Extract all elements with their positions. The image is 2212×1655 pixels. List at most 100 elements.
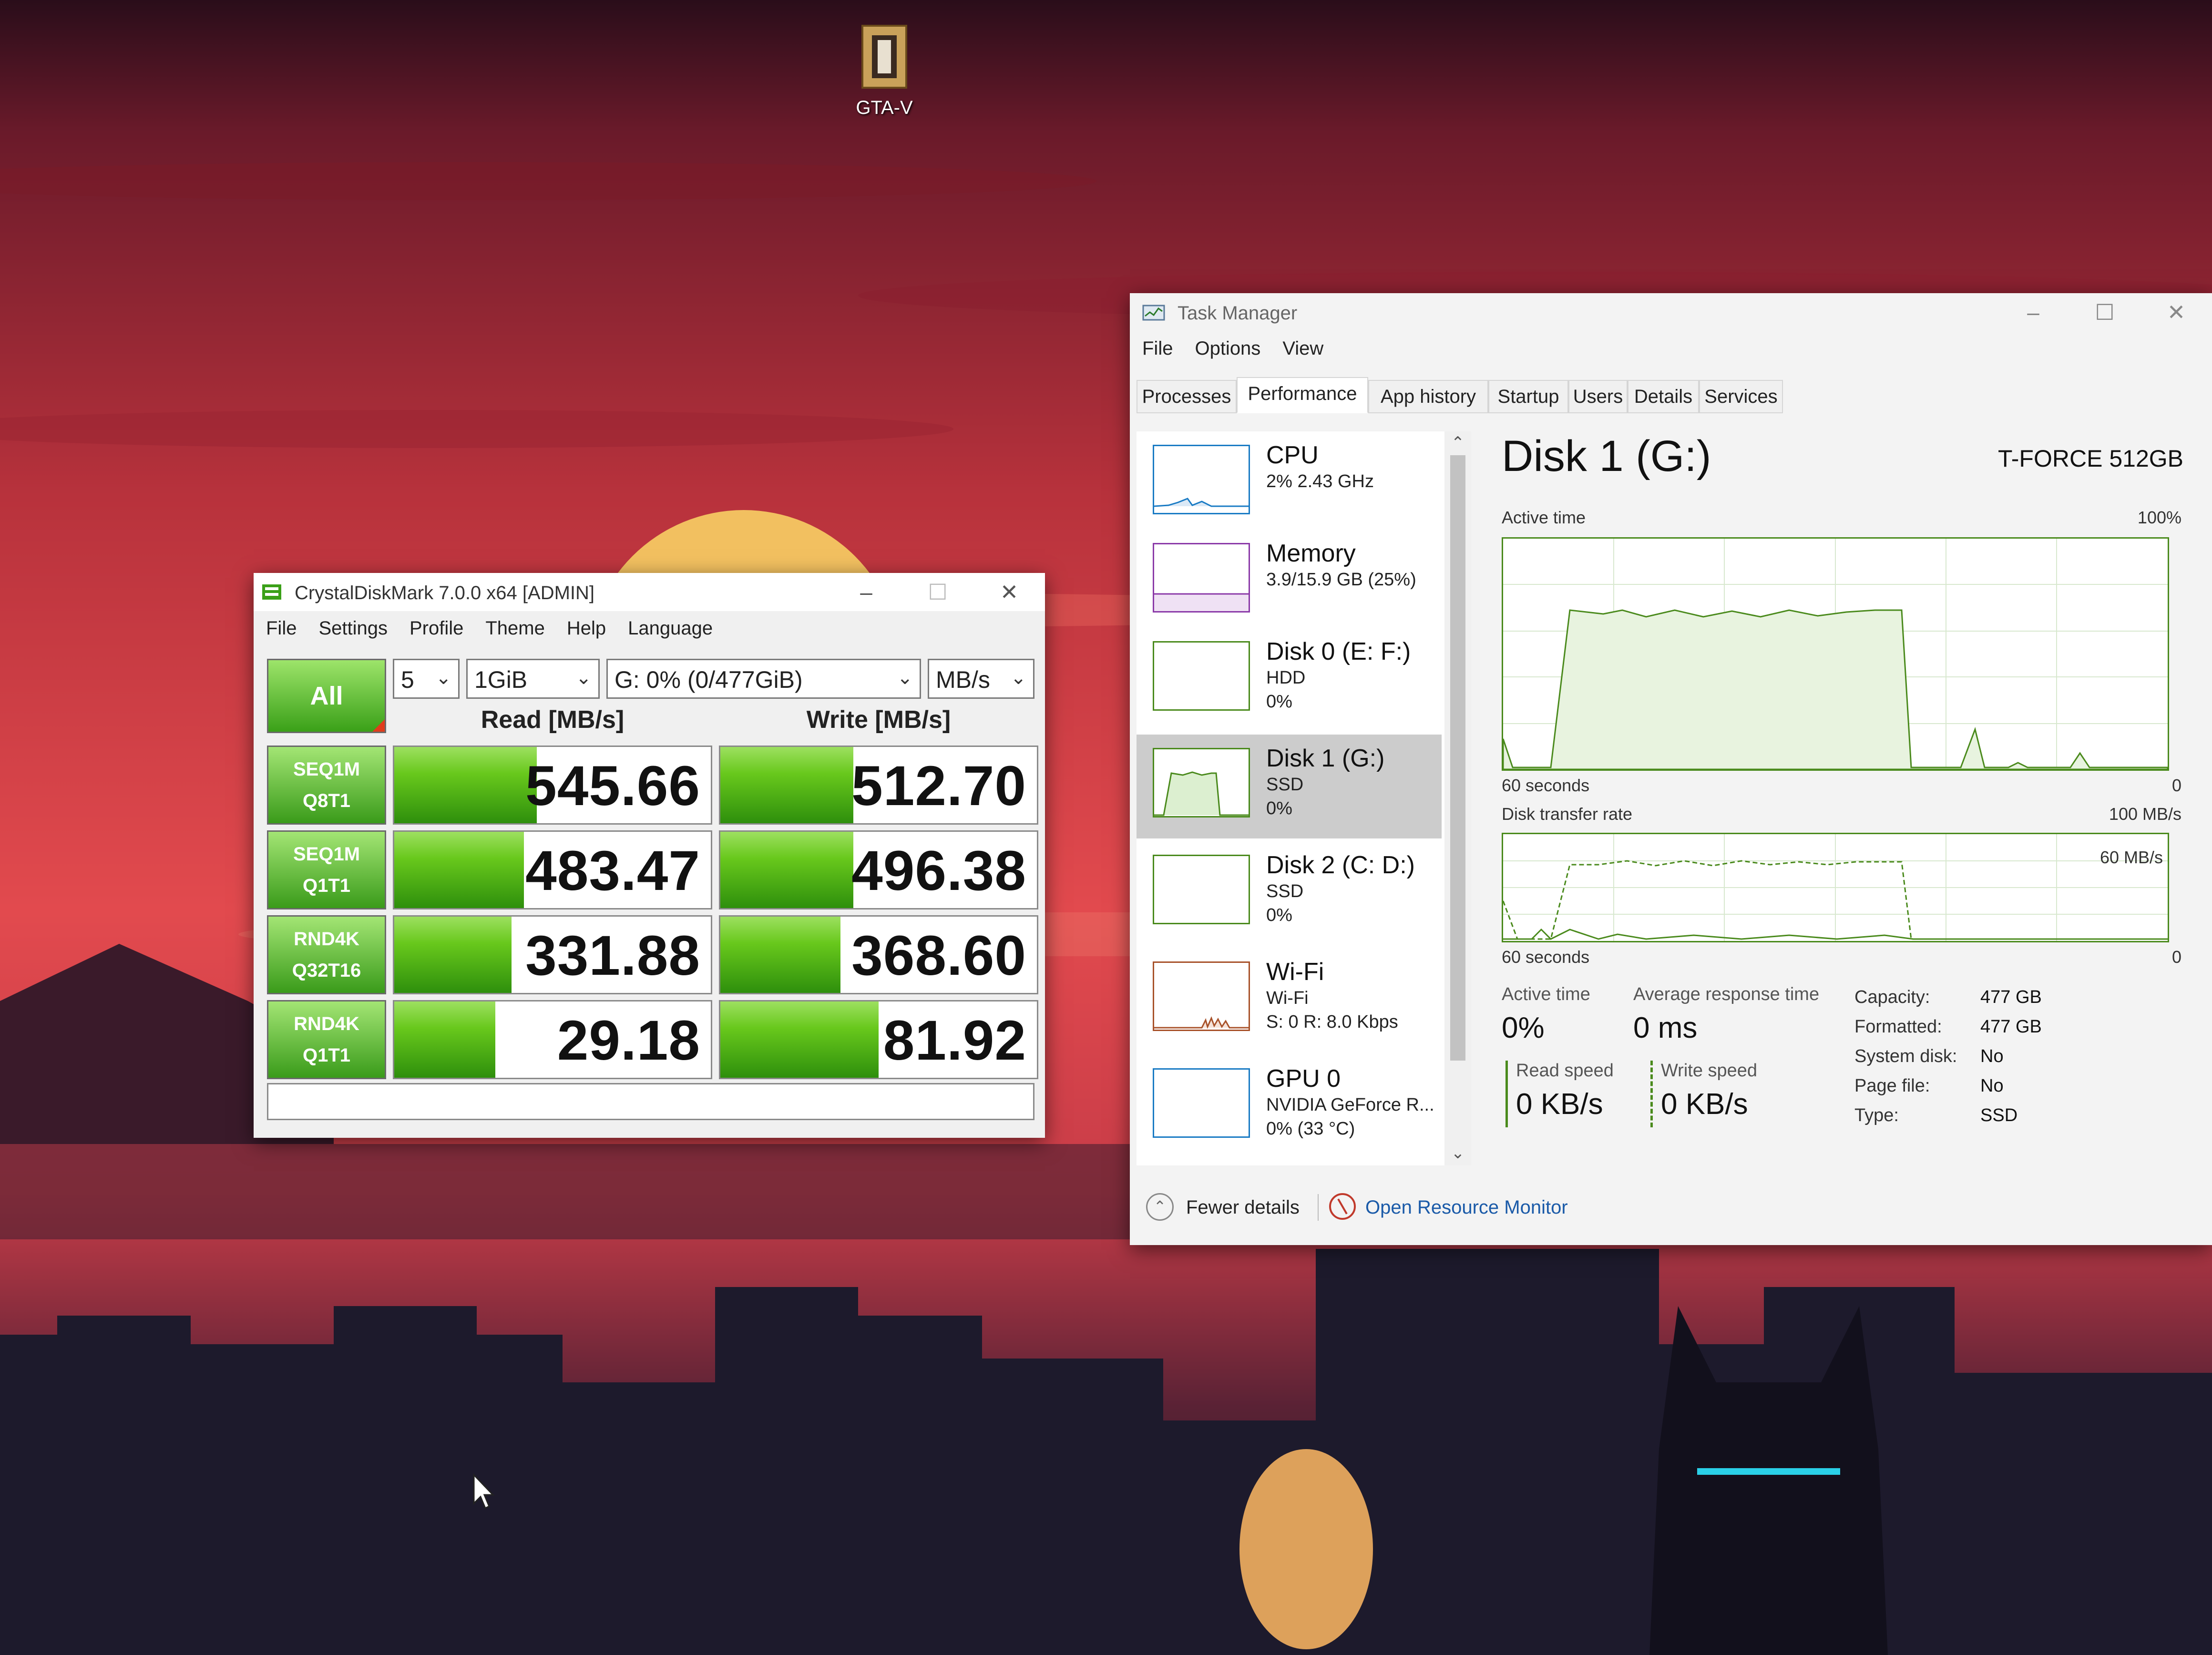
menu-help[interactable]: Help xyxy=(567,611,606,639)
result-row-rnd4k-q1t1: RND4K Q1T1 29.18 81.92 xyxy=(267,1000,1038,1079)
active-time-stat-label: Active time xyxy=(1502,984,1590,1004)
scrollbar-thumb[interactable] xyxy=(1450,455,1465,1061)
comment-field[interactable] xyxy=(267,1083,1034,1120)
read-speed-stat-label: Read speed xyxy=(1516,1061,1614,1081)
chevron-down-icon: ⌄ xyxy=(435,667,451,688)
tab-services[interactable]: Services xyxy=(1699,380,1783,413)
test-button-seq1m-q1t1[interactable]: SEQ1M Q1T1 xyxy=(267,830,386,909)
sidebar-item-disk-1[interactable]: Disk 1 (G:) SSD 0% xyxy=(1137,735,1442,838)
transfer-rate-graph-canvas xyxy=(1502,834,2168,941)
result-row-rnd4k-q32t16: RND4K Q32T16 331.88 368.60 xyxy=(267,915,1038,994)
active-time-graph-max: 100% xyxy=(2137,508,2181,527)
menu-profile[interactable]: Profile xyxy=(410,611,463,639)
close-button[interactable]: ✕ xyxy=(2140,293,2212,331)
sidebar-item-throughput: S: 0 R: 8.0 Kbps xyxy=(1266,1012,1398,1032)
sidebar-item-memory[interactable]: Memory 3.9/15.9 GB (25%) xyxy=(1137,530,1442,633)
maximize-button[interactable]: ☐ xyxy=(2069,293,2140,331)
minimize-button[interactable]: – xyxy=(1997,293,2069,331)
test-size-value: 1GiB xyxy=(474,666,528,693)
test-count-select[interactable]: 5 ⌄ xyxy=(393,659,460,699)
capacity-label: Capacity: xyxy=(1854,987,1930,1007)
type-label: Type: xyxy=(1854,1105,1899,1125)
menu-file[interactable]: File xyxy=(1142,331,1173,359)
sidebar-scrollbar[interactable]: ⌃ ⌄ xyxy=(1444,431,1471,1165)
menu-options[interactable]: Options xyxy=(1195,331,1260,359)
fewer-details-link[interactable]: Fewer details xyxy=(1186,1197,1300,1218)
desktop-shortcut[interactable]: GTA-V xyxy=(844,21,925,119)
sidebar-item-disk-0[interactable]: Disk 0 (E: F:) HDD 0% xyxy=(1137,628,1442,732)
read-value: 29.18 xyxy=(557,1009,700,1072)
chevron-up-icon[interactable]: ⌃ xyxy=(1444,433,1471,452)
sidebar-item-usage: 0% xyxy=(1266,798,1292,818)
minimize-button[interactable]: – xyxy=(830,573,902,611)
tab-performance[interactable]: Performance xyxy=(1237,377,1368,413)
maximize-button[interactable]: ☐ xyxy=(902,573,973,611)
chevron-up-circle-icon[interactable]: ⌃ xyxy=(1146,1193,1174,1221)
menu-view[interactable]: View xyxy=(1282,331,1323,359)
menu-theme[interactable]: Theme xyxy=(485,611,545,639)
page-file-value: No xyxy=(1980,1076,2004,1096)
close-button[interactable]: ✕ xyxy=(973,573,1045,611)
read-value: 331.88 xyxy=(525,924,700,987)
wifi-thumbnail-graph xyxy=(1153,961,1250,1031)
test-params: Q1T1 xyxy=(302,1045,351,1066)
open-resource-monitor-link[interactable]: Open Resource Monitor xyxy=(1365,1197,1568,1218)
chevron-down-icon: ⌄ xyxy=(575,667,592,688)
disk-1-thumbnail-graph xyxy=(1153,748,1250,817)
sidebar-item-title: Disk 0 (E: F:) xyxy=(1266,638,1411,665)
menu-bar: File Settings Profile Theme Help Language xyxy=(254,611,1045,644)
result-row-seq1m-q8t1: SEQ1M Q8T1 545.66 512.70 xyxy=(267,746,1038,825)
read-value: 545.66 xyxy=(525,755,700,817)
task-manager-window: Task Manager – ☐ ✕ File Options View Proce… xyxy=(1130,293,2212,1245)
menu-file[interactable]: File xyxy=(266,611,297,639)
unit-value: MB/s xyxy=(936,666,990,693)
resource-monitor-icon[interactable] xyxy=(1329,1193,1356,1220)
title-bar[interactable]: Task Manager – ☐ ✕ xyxy=(1130,293,2212,331)
tab-startup[interactable]: Startup xyxy=(1488,380,1568,413)
chevron-down-icon: ⌄ xyxy=(1010,667,1026,688)
all-button[interactable]: All xyxy=(267,659,386,733)
sidebar-item-title: GPU 0 xyxy=(1266,1065,1341,1093)
drive-select[interactable]: G: 0% (0/477GiB) ⌄ xyxy=(606,659,921,699)
read-speed-legend-line xyxy=(1505,1061,1508,1127)
read-result: 29.18 xyxy=(393,1000,712,1079)
chevron-down-icon[interactable]: ⌄ xyxy=(1444,1144,1471,1163)
test-button-seq1m-q8t1[interactable]: SEQ1M Q8T1 xyxy=(267,746,386,825)
transfer-zero-label: 0 xyxy=(2171,947,2181,967)
tab-processes[interactable]: Processes xyxy=(1137,380,1237,413)
sidebar-item-gpu-0[interactable]: GPU 0 NVIDIA GeForce R... 0% (33 °C) xyxy=(1137,1055,1442,1159)
read-header: Read [MB/s] xyxy=(481,706,625,734)
formatted-label: Formatted: xyxy=(1854,1017,1942,1037)
test-button-rnd4k-q1t1[interactable]: RND4K Q1T1 xyxy=(267,1000,386,1079)
sidebar-item-usage: 0% xyxy=(1266,905,1292,925)
write-value: 496.38 xyxy=(851,839,1026,902)
window-title: Task Manager xyxy=(1178,303,1298,324)
test-button-rnd4k-q32t16[interactable]: RND4K Q32T16 xyxy=(267,915,386,994)
test-params: Q32T16 xyxy=(292,960,361,981)
active-time-graph xyxy=(1502,537,2169,771)
menu-language[interactable]: Language xyxy=(628,611,713,639)
sidebar-item-wifi[interactable]: Wi-Fi Wi-Fi S: 0 R: 8.0 Kbps xyxy=(1137,948,1442,1052)
title-bar[interactable]: CrystalDiskMark 7.0.0 x64 [ADMIN] – ☐ ✕ xyxy=(254,573,1045,611)
write-result: 368.60 xyxy=(719,915,1038,994)
write-bar xyxy=(720,1001,879,1078)
menu-settings[interactable]: Settings xyxy=(318,611,388,639)
disk-detail-panel: Disk 1 (G:) T-FORCE 512GB Active time 10… xyxy=(1502,431,2183,1175)
sidebar-item-cpu[interactable]: CPU 2% 2.43 GHz xyxy=(1137,431,1442,535)
write-value: 368.60 xyxy=(851,924,1026,987)
tab-app-history[interactable]: App history xyxy=(1368,380,1488,413)
sidebar-item-disk-2[interactable]: Disk 2 (C: D:) SSD 0% xyxy=(1137,841,1442,945)
performance-sidebar: CPU 2% 2.43 GHz Memory 3.9/15.9 GB (25%)… xyxy=(1137,431,1449,1165)
tab-details[interactable]: Details xyxy=(1628,380,1699,413)
disk-0-thumbnail-graph xyxy=(1153,641,1250,711)
cpu-thumbnail-graph xyxy=(1153,445,1250,514)
tab-users[interactable]: Users xyxy=(1568,380,1628,413)
write-value: 512.70 xyxy=(851,755,1026,817)
sidebar-item-type: SSD xyxy=(1266,881,1304,901)
test-size-select[interactable]: 1GiB ⌄ xyxy=(466,659,600,699)
gpu-thumbnail-graph xyxy=(1153,1068,1250,1138)
unit-select[interactable]: MB/s ⌄ xyxy=(928,659,1034,699)
write-bar xyxy=(720,832,853,908)
test-name: SEQ1M xyxy=(293,844,360,865)
folder-icon xyxy=(859,21,910,92)
